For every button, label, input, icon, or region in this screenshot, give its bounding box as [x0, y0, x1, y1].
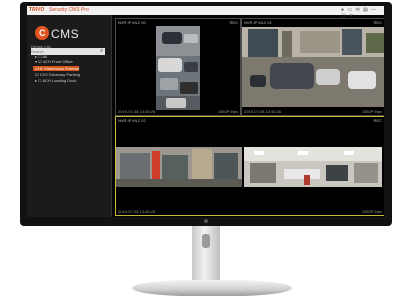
camera-feed-hallway — [116, 147, 242, 187]
app-title: Security CMS Pro — [49, 7, 89, 13]
device-sidebar: C CMS Device List ⌕ ▸ ☐ All ▾ ☑ 4CH Fron… — [27, 15, 112, 217]
monitor-screen: TRIVO Security CMS Pro ● ▭ ✉ ▤ — ▢ ✕ C C… — [27, 6, 384, 217]
app-titlebar: TRIVO Security CMS Pro ● ▭ ✉ ▤ — ▢ ✕ — [27, 6, 384, 19]
camera-label: NVR IP ML2 00 — [118, 20, 146, 25]
camera-label: NVR IP ML2 01 — [244, 20, 272, 25]
logo-text: CMS — [51, 27, 80, 41]
stream-info: 1080P 6fps — [361, 109, 382, 114]
logo-letter: C — [39, 28, 46, 38]
camera-panel-3[interactable]: NVR IP ML2 02 REC 2019-07-08 13:45:26 10… — [115, 116, 384, 216]
camera-panel-1[interactable]: NVR IP ML2 00 REC 2019-07-08 13:45:26 10… — [115, 18, 241, 116]
search-icon[interactable]: ⌕ — [100, 48, 103, 55]
timestamp: 2019-07-08 13:45:26 — [118, 209, 156, 214]
camera-feed-driveway — [156, 26, 200, 110]
monitor-stand-base — [132, 280, 292, 296]
rec-badge: REC — [373, 118, 382, 123]
tree-item-front-office[interactable]: ▾ ☑ 4CH Front Office — [35, 59, 73, 64]
tree-item-loading-dock[interactable]: ▸ ☐ 8CH Loading Dock — [35, 78, 76, 83]
timestamp: 2019-07-08 13:45:26 — [244, 109, 282, 114]
tree-item-driveway[interactable]: ☑ CH2 Driveway Parking — [35, 72, 80, 77]
brand-name: TRIVO — [29, 7, 45, 13]
stream-info: 1080P 6fps — [361, 209, 382, 214]
rec-badge: REC — [229, 20, 238, 25]
stream-info: 1080P 6fps — [217, 109, 238, 114]
rec-badge: REC — [373, 20, 382, 25]
camera-feed-parking — [242, 27, 384, 107]
tree-item-selected-label: CH1 Warehouse Exterior — [35, 66, 80, 71]
camera-feed-office — [244, 147, 382, 187]
monitor-logo — [204, 219, 208, 223]
tree-item-selected[interactable]: CH1 Warehouse Exterior — [33, 66, 79, 71]
timestamp: 2019-07-08 13:45:26 — [118, 109, 156, 114]
camera-label: NVR IP ML2 02 — [118, 118, 146, 123]
cable-slot — [202, 234, 210, 248]
camera-panel-2[interactable]: NVR IP ML2 01 REC 2019-07-08 13:45:26 10… — [241, 18, 384, 116]
